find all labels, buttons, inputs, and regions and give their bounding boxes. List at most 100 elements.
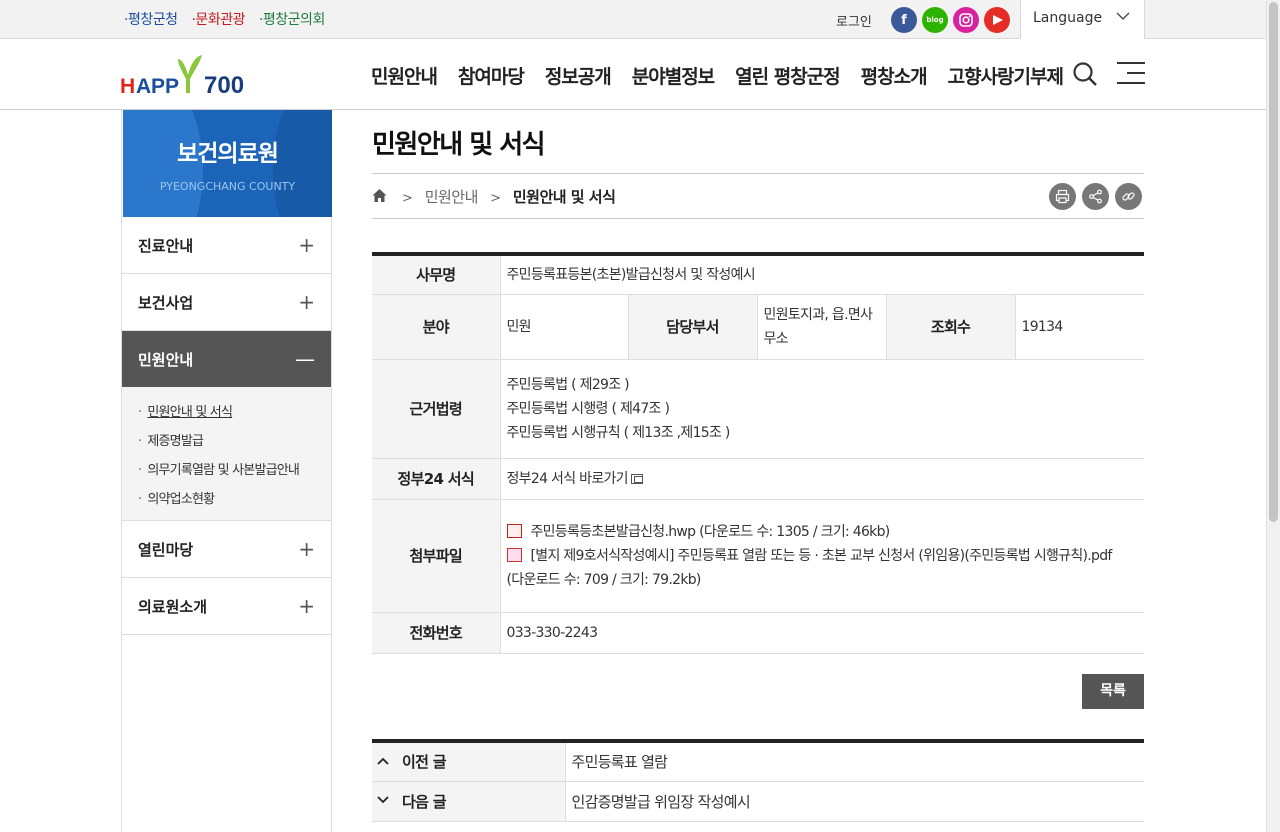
svg-text:P: P bbox=[151, 75, 165, 95]
site-link-council[interactable]: ·평창군의회 bbox=[259, 9, 325, 29]
page-scrollbar[interactable] bbox=[1266, 0, 1280, 832]
blog-icon[interactable]: blog bbox=[922, 7, 948, 33]
link-icon bbox=[1122, 192, 1135, 201]
global-nav: 민원안내 참여마당 정보공개 분야별정보 열린 평창군정 평창소개 고향사랑기부… bbox=[371, 62, 1084, 89]
nav-item-open-admin[interactable]: 열린 평창군정 bbox=[735, 62, 840, 89]
sidebar-title: 보건의료원 bbox=[177, 141, 279, 167]
law-list: 주민등록법 ( 제29조 ) 주민등록법 시행령 ( 제47조 ) 주민등록법 … bbox=[500, 359, 1144, 459]
field-label: 분야 bbox=[372, 294, 501, 360]
top-utility-bar: ·평창군청 ·문화관광 ·평창군의회 로그인 f blog Language bbox=[0, 0, 1266, 39]
breadcrumb-current: 민원안내 및 서식 bbox=[512, 188, 616, 206]
svg-text:700: 700 bbox=[204, 72, 244, 95]
submenu-item-pharmacies[interactable]: · 의약업소현황 bbox=[122, 488, 331, 517]
new-window-icon bbox=[630, 473, 643, 484]
prev-next-table: 이전 글 주민등록표 열람 다음 글 인감증명발급 위임장 작성예시 bbox=[372, 739, 1144, 822]
gov24-cell: 정부24 서식 바로가기 bbox=[500, 458, 1144, 500]
svg-text:P: P bbox=[165, 75, 179, 95]
sidebar-submenu: · 민원안내 및 서식 · 제증명발급 · 의무기록열람 및 사본발급안내 · 의약업소… bbox=[122, 387, 331, 521]
phone-value: 033-330-2243 bbox=[500, 612, 1144, 654]
attachment-link[interactable]: [별지 제9호서식작성예시] 주민등록표 열람 또는 등 · 초본 교부 신청서… bbox=[531, 548, 1113, 564]
language-select[interactable]: Language bbox=[1020, 0, 1145, 39]
views-value: 19134 bbox=[1015, 294, 1144, 360]
sidebar-item-about-center[interactable]: 의료원소개 + bbox=[122, 578, 331, 635]
family-sites: ·평창군청 ·문화관광 ·평창군의회 bbox=[124, 9, 325, 29]
minus-icon: — bbox=[295, 347, 315, 371]
nav-item-hometown-donation[interactable]: 고향사랑기부제 bbox=[948, 62, 1064, 89]
views-label: 조회수 bbox=[886, 294, 1016, 360]
dept-value: 민원토지과, 읍.면사무소 bbox=[757, 294, 887, 360]
prev-post-link[interactable]: 주민등록표 열람 bbox=[565, 741, 1144, 782]
nav-item-about[interactable]: 평창소개 bbox=[861, 62, 928, 89]
sidebar-item-label: 민원안내 bbox=[138, 351, 194, 369]
nav-item-civil[interactable]: 민원안내 bbox=[371, 62, 438, 89]
sidebar-item-label: 열린마당 bbox=[138, 541, 194, 559]
attachment-info: (다운로드 수: 709 / 크기: 79.2kb) bbox=[506, 571, 702, 588]
site-header: H A P P 700 민원안내 참여마당 정보공개 분야별정보 열린 평창군정… bbox=[0, 39, 1266, 110]
plus-icon: + bbox=[298, 537, 315, 561]
nav-item-field-info[interactable]: 분야별정보 bbox=[632, 62, 715, 89]
sidebar-item-label: 진료안내 bbox=[138, 237, 194, 255]
attachment-link[interactable]: 주민등록등초본발급신청.hwp bbox=[531, 524, 697, 540]
next-post-link[interactable]: 인감증명발급 위임장 작성예시 bbox=[565, 781, 1144, 822]
dept-label: 담당부서 bbox=[628, 294, 758, 360]
site-link-county[interactable]: ·평창군청 bbox=[124, 9, 178, 29]
law-label: 근거법령 bbox=[372, 359, 501, 459]
nav-item-info-disclosure[interactable]: 정보공개 bbox=[545, 62, 612, 89]
submenu-item-certificates[interactable]: · 제증명발급 bbox=[122, 430, 331, 459]
site-link-tourism[interactable]: ·문화관광 bbox=[191, 9, 245, 29]
share-button[interactable] bbox=[1082, 183, 1109, 210]
list-button[interactable]: 목록 bbox=[1082, 674, 1144, 709]
law-item: 주민등록법 ( 제29조 ) bbox=[506, 376, 630, 393]
svg-text:A: A bbox=[136, 75, 151, 95]
gov24-link[interactable]: 정부24 서식 바로가기 bbox=[507, 471, 629, 487]
breadcrumb: > 민원안내 > 민원안내 및 서식 bbox=[372, 173, 1144, 219]
attachments-label: 첨부파일 bbox=[372, 499, 501, 613]
work-name-label: 사무명 bbox=[372, 254, 501, 295]
sidebar-item-open-forum[interactable]: 열린마당 + bbox=[122, 521, 331, 578]
attachments-cell: 주민등록등초본발급신청.hwp (다운로드 수: 1305 / 크기: 46kb… bbox=[500, 499, 1144, 613]
plus-icon: + bbox=[298, 290, 315, 314]
instagram-icon[interactable] bbox=[953, 7, 979, 33]
scrollbar-thumb[interactable] bbox=[1269, 2, 1278, 522]
svg-text:H: H bbox=[120, 75, 135, 95]
gov24-label: 정부24 서식 bbox=[372, 458, 501, 500]
language-label: Language bbox=[1033, 10, 1103, 26]
youtube-icon[interactable] bbox=[984, 7, 1010, 33]
submenu-item-medical-records[interactable]: · 의무기록열람 및 사본발급안내 bbox=[122, 459, 331, 488]
print-icon bbox=[1055, 189, 1070, 204]
sidebar-item-health-projects[interactable]: 보건사업 + bbox=[122, 274, 331, 331]
law-item: 주민등록법 시행규칙 ( 제13조 ,제15조 ) bbox=[506, 424, 731, 441]
facebook-icon[interactable]: f bbox=[891, 7, 917, 33]
chevron-down-icon bbox=[1116, 10, 1130, 25]
submenu-item-forms[interactable]: · 민원안내 및 서식 bbox=[122, 401, 331, 430]
home-icon[interactable] bbox=[372, 188, 387, 203]
sidebar-item-label: 보건사업 bbox=[138, 294, 194, 312]
search-icon[interactable] bbox=[1072, 61, 1098, 87]
sidebar-item-civil[interactable]: 민원안내 — bbox=[122, 331, 331, 388]
sidebar-subtitle: PYEONGCHANG COUNTY bbox=[159, 180, 296, 193]
page-title: 민원안내 및 서식 bbox=[372, 130, 546, 160]
phone-label: 전화번호 bbox=[372, 612, 501, 654]
sidebar-item-treatment[interactable]: 진료안내 + bbox=[122, 217, 331, 274]
print-button[interactable] bbox=[1049, 183, 1076, 210]
sidebar: 보건의료원 PYEONGCHANG COUNTY 진료안내 + 보건사업 + 민… bbox=[121, 110, 332, 832]
work-name-value: 주민등록표등본(초본)발급신청서 및 작성예시 bbox=[500, 254, 1144, 295]
attachment-info: (다운로드 수: 1305 / 크기: 46kb) bbox=[699, 523, 890, 540]
chevron-down-icon bbox=[377, 793, 389, 807]
copy-link-button[interactable] bbox=[1115, 183, 1142, 210]
field-value: 민원 bbox=[500, 294, 629, 360]
hwp-file-icon bbox=[506, 523, 522, 538]
prev-post-label: 이전 글 bbox=[372, 741, 566, 782]
next-post-label: 다음 글 bbox=[372, 781, 566, 822]
login-link[interactable]: 로그인 bbox=[836, 11, 872, 30]
plus-icon: + bbox=[298, 594, 315, 618]
breadcrumb-item[interactable]: 민원안내 bbox=[425, 188, 479, 206]
happy700-logo[interactable]: H A P P 700 bbox=[120, 53, 255, 95]
nav-item-participation[interactable]: 참여마당 bbox=[458, 62, 525, 89]
hamburger-menu-icon[interactable] bbox=[1117, 62, 1145, 84]
chevron-up-icon bbox=[377, 754, 389, 768]
sidebar-item-label: 의료원소개 bbox=[138, 598, 208, 616]
pdf-file-icon bbox=[506, 547, 522, 562]
sidebar-header: 보건의료원 PYEONGCHANG COUNTY bbox=[123, 110, 332, 217]
plus-icon: + bbox=[298, 233, 315, 257]
